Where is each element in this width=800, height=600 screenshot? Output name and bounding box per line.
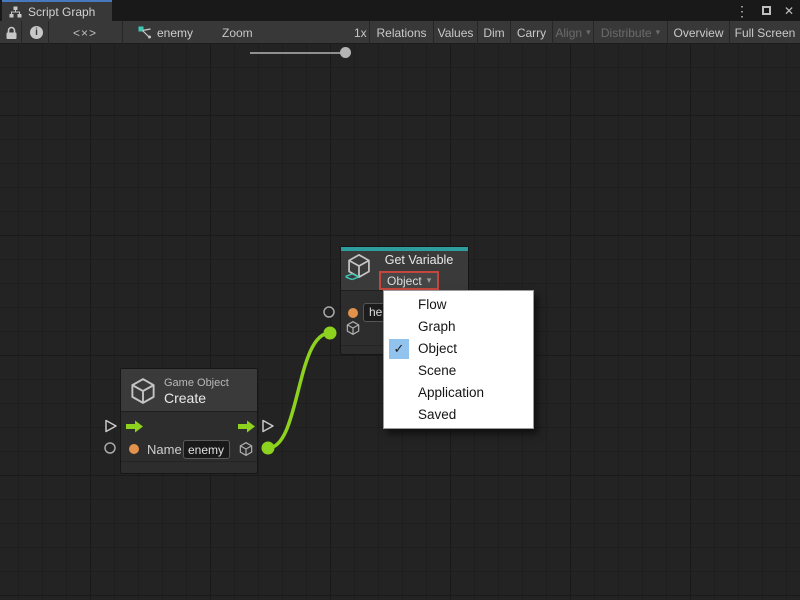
menu-item-flow[interactable]: Flow <box>384 294 533 316</box>
menu-item-graph[interactable]: Graph <box>384 316 533 338</box>
relations-button[interactable]: Relations <box>369 21 433 44</box>
menu-item-application[interactable]: Application <box>384 382 533 404</box>
tab-bar: Script Graph ⋮ ✕ <box>0 0 800 21</box>
variable-kind-menu: Flow Graph ✓ Object Scene Application Sa… <box>383 290 534 429</box>
zoom-slider-track[interactable] <box>250 52 344 54</box>
dim-button[interactable]: Dim <box>477 21 510 44</box>
overview-button[interactable]: Overview <box>667 21 729 44</box>
cube-icon <box>128 376 158 406</box>
value-input-port[interactable] <box>103 441 117 455</box>
node-category: Game Object <box>164 377 229 389</box>
zoom-label: Zoom <box>222 26 253 40</box>
flow-out-arrow-icon[interactable] <box>238 420 256 433</box>
close-icon[interactable]: ✕ <box>784 5 794 17</box>
object-port-cube-icon[interactable] <box>345 320 361 336</box>
name-field-label: Name <box>147 442 182 457</box>
variable-name-port[interactable] <box>322 305 336 319</box>
menu-item-saved[interactable]: Saved <box>384 404 533 426</box>
menu-item-object[interactable]: ✓ Object <box>384 338 533 360</box>
chevron-down-icon: ▾ <box>656 27 661 38</box>
tab-script-graph[interactable]: Script Graph <box>2 0 112 21</box>
unity-visual-scripting-window: <> Get Variable Object ▾ he Game Object … <box>0 0 800 600</box>
graph-toolbar: i <×> enemy Zoom 1x Relations Va <box>0 21 800 44</box>
create-game-object-node[interactable]: Game Object Create Name <box>120 368 258 474</box>
chevron-down-icon: ▾ <box>427 275 432 286</box>
maximize-icon[interactable] <box>762 6 771 15</box>
name-port-dot[interactable] <box>348 308 358 318</box>
name-port-dot[interactable] <box>129 444 139 454</box>
graph-breadcrumb-icon <box>138 26 153 39</box>
align-button[interactable]: Align ▾ <box>552 21 593 44</box>
zoom-slider-knob[interactable] <box>340 47 351 58</box>
breadcrumb-graph-name[interactable]: enemy <box>157 26 193 40</box>
full-screen-button[interactable]: Full Screen <box>729 21 800 44</box>
zoom-value: 1x <box>354 26 367 40</box>
distribute-button[interactable]: Distribute ▾ <box>593 21 667 44</box>
code-brackets-icon: <> <box>345 269 358 284</box>
script-graph-icon <box>9 6 22 18</box>
node-title: Create <box>164 390 206 406</box>
window-menu-icon[interactable]: ⋮ <box>735 4 749 18</box>
checkmark-icon: ✓ <box>389 339 409 359</box>
carry-button[interactable]: Carry <box>510 21 552 44</box>
variable-scope-dropdown[interactable]: Object ▾ <box>379 271 439 290</box>
node-title: Get Variable <box>375 253 463 267</box>
tab-title: Script Graph <box>28 5 95 19</box>
code-view-icon[interactable]: <×> <box>73 26 97 40</box>
node-footer-divider <box>121 461 257 462</box>
menu-item-scene[interactable]: Scene <box>384 360 533 382</box>
name-input[interactable] <box>183 440 230 459</box>
chevron-down-icon: ▾ <box>586 27 591 38</box>
lock-icon[interactable] <box>5 26 18 40</box>
values-button[interactable]: Values <box>433 21 477 44</box>
flow-in-arrow-icon[interactable] <box>126 420 144 433</box>
game-object-output-cube-icon[interactable] <box>238 441 254 457</box>
info-icon[interactable]: i <box>30 26 43 39</box>
flow-input-port[interactable] <box>104 419 118 433</box>
variable-scope-value: Object <box>387 274 422 288</box>
flow-output-port[interactable] <box>261 419 275 433</box>
